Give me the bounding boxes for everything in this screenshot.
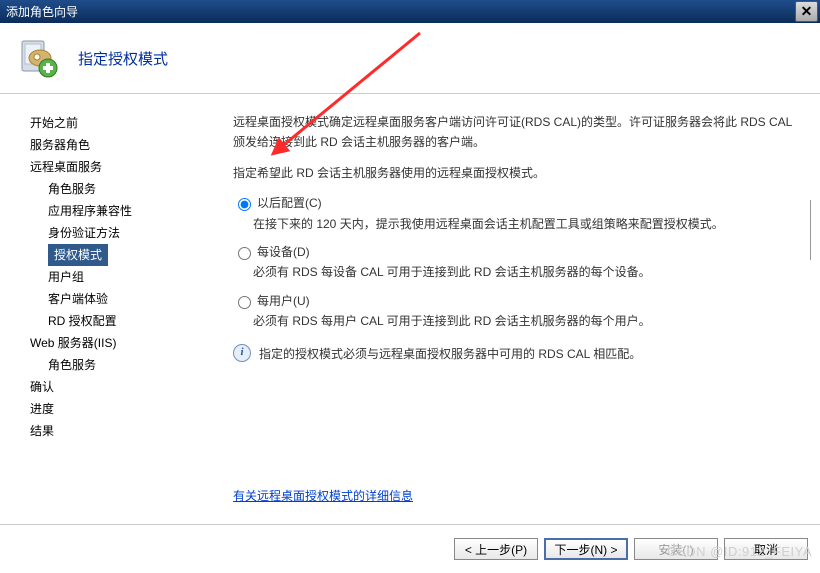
learn-more-link[interactable]: 有关远程桌面授权模式的详细信息 bbox=[233, 486, 413, 506]
content: 远程桌面授权模式确定远程桌面服务客户端访问许可证(RDS CAL)的类型。许可证… bbox=[215, 94, 820, 524]
option-per-user[interactable]: 每用户(U) bbox=[233, 291, 796, 311]
header: 指定授权模式 bbox=[0, 23, 820, 94]
option-per-user-label: 每用户(U) bbox=[257, 291, 310, 311]
window-title: 添加角色向导 bbox=[6, 3, 795, 20]
option-later[interactable]: 以后配置(C) bbox=[233, 193, 796, 213]
crop-artifact bbox=[810, 200, 820, 260]
option-per-device-label: 每设备(D) bbox=[257, 242, 310, 262]
intro-para-2: 指定希望此 RD 会话主机服务器使用的远程桌面授权模式。 bbox=[233, 163, 796, 183]
radio-per-device[interactable] bbox=[238, 247, 251, 260]
nav-rd-license-config[interactable]: RD 授权配置 bbox=[30, 310, 215, 332]
page-title: 指定授权模式 bbox=[78, 48, 168, 69]
header-icon bbox=[20, 38, 60, 78]
nav-role-services[interactable]: 角色服务 bbox=[30, 178, 215, 200]
close-button[interactable]: ✕ bbox=[795, 1, 818, 22]
info-icon: i bbox=[233, 344, 251, 362]
info-row: i 指定的授权模式必须与远程桌面授权服务器中可用的 RDS CAL 相匹配。 bbox=[233, 344, 796, 364]
option-per-user-desc: 必须有 RDS 每用户 CAL 可用于连接到此 RD 会话主机服务器的每个用户。 bbox=[253, 311, 796, 331]
radio-per-user[interactable] bbox=[238, 296, 251, 309]
nav-client-exp[interactable]: 客户端体验 bbox=[30, 288, 215, 310]
footer: < 上一步(P) 下一步(N) > 安装(I) 取消 CSDN @ID:912_… bbox=[0, 524, 820, 573]
option-per-device[interactable]: 每设备(D) bbox=[233, 242, 796, 262]
body: 开始之前 服务器角色 远程桌面服务 角色服务 应用程序兼容性 身份验证方法 授权… bbox=[0, 94, 820, 524]
option-later-label: 以后配置(C) bbox=[257, 193, 322, 213]
nav-iis-role-services[interactable]: 角色服务 bbox=[30, 354, 215, 376]
cancel-button[interactable]: 取消 bbox=[724, 538, 808, 560]
nav-server-roles[interactable]: 服务器角色 bbox=[30, 134, 215, 156]
next-button[interactable]: 下一步(N) > bbox=[544, 538, 628, 560]
sidebar: 开始之前 服务器角色 远程桌面服务 角色服务 应用程序兼容性 身份验证方法 授权… bbox=[0, 94, 215, 524]
nav-auth-method[interactable]: 身份验证方法 bbox=[30, 222, 215, 244]
nav-confirm[interactable]: 确认 bbox=[30, 376, 215, 398]
wizard-window: 添加角色向导 ✕ 指定授权模式 开始之前 服务器角色 远程桌面服务 bbox=[0, 0, 820, 572]
option-per-device-desc: 必须有 RDS 每设备 CAL 可用于连接到此 RD 会话主机服务器的每个设备。 bbox=[253, 262, 796, 282]
nav-before-begin[interactable]: 开始之前 bbox=[30, 112, 215, 134]
nav-app-compat[interactable]: 应用程序兼容性 bbox=[30, 200, 215, 222]
prev-button[interactable]: < 上一步(P) bbox=[454, 538, 538, 560]
nav-license-mode[interactable]: 授权模式 bbox=[48, 244, 108, 266]
nav-rds[interactable]: 远程桌面服务 bbox=[30, 156, 215, 178]
nav-user-groups[interactable]: 用户组 bbox=[30, 266, 215, 288]
intro-para-1: 远程桌面授权模式确定远程桌面服务客户端访问许可证(RDS CAL)的类型。许可证… bbox=[233, 112, 796, 153]
radio-later[interactable] bbox=[238, 198, 251, 211]
option-later-desc: 在接下来的 120 天内，提示我使用远程桌面会话主机配置工具或组策略来配置授权模… bbox=[253, 214, 796, 234]
nav-progress[interactable]: 进度 bbox=[30, 398, 215, 420]
nav-results[interactable]: 结果 bbox=[30, 420, 215, 442]
info-text: 指定的授权模式必须与远程桌面授权服务器中可用的 RDS CAL 相匹配。 bbox=[259, 344, 641, 364]
close-icon: ✕ bbox=[801, 3, 813, 20]
nav-iis[interactable]: Web 服务器(IIS) bbox=[30, 332, 215, 354]
titlebar: 添加角色向导 ✕ bbox=[0, 0, 820, 23]
install-button: 安装(I) bbox=[634, 538, 718, 560]
